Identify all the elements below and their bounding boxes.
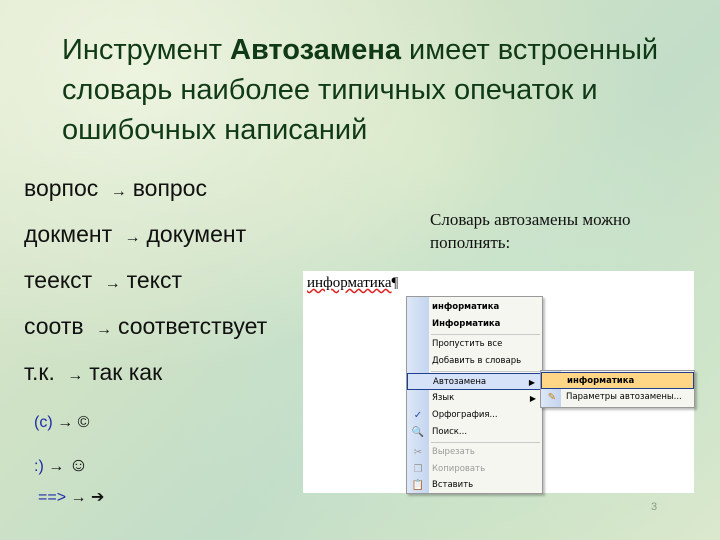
submenu-arrow-icon: ▶	[528, 378, 535, 387]
examples-list: ворпос → вопрос докмент → документ теекст …	[24, 170, 267, 400]
search-icon: 🔍	[411, 427, 425, 438]
page-number: 3	[651, 501, 658, 513]
arrow-icon: →	[110, 183, 127, 200]
smiley-icon: ☺	[68, 455, 89, 476]
example-to: текст	[126, 267, 183, 293]
menu-item-ignore-all[interactable]: Пропустить все	[407, 336, 542, 353]
submenu-arrow-icon: ▶	[529, 394, 536, 403]
symbol-from: ==>	[38, 489, 67, 506]
arrow-icon: →	[124, 229, 141, 246]
pilcrow: ¶	[391, 275, 399, 291]
spelling-icon: ✓	[413, 410, 423, 421]
document-text: информатика¶	[307, 275, 398, 292]
menu-item-spelling[interactable]: ✓ Орфография...	[407, 407, 542, 424]
menu-item-autocorrect[interactable]: Автозамена ▶	[407, 373, 542, 390]
autocorrect-submenu: информатика ✎ Параметры автозамены...	[540, 370, 695, 408]
menu-item-suggestion-2[interactable]: Информатика	[407, 316, 542, 333]
menu-item-cut[interactable]: ✂ Вырезать	[407, 444, 542, 461]
slide-title: Инструмент Автозамена имеет встроенный с…	[62, 30, 702, 150]
arrow-icon: →	[67, 367, 84, 384]
autocorrect-options-icon: ✎	[547, 392, 557, 403]
example-row: теекст → текст	[24, 262, 267, 308]
menu-separator	[431, 334, 540, 335]
misspelled-word[interactable]: информатика	[307, 275, 392, 291]
submenu-item-suggestion[interactable]: информатика	[541, 372, 694, 389]
context-menu: информатика Информатика Пропустить все Д…	[406, 296, 543, 494]
example-to: соответствует	[117, 313, 268, 339]
arrow-icon: →	[104, 275, 121, 292]
menu-item-add-to-dictionary[interactable]: Добавить в словарь	[407, 353, 542, 370]
example-to: документ	[146, 221, 247, 247]
menu-separator	[431, 442, 540, 443]
copy-icon: ❐	[413, 464, 423, 475]
symbol-row-smiley: :) → ☺	[34, 455, 88, 477]
symbol-from: (c)	[34, 414, 53, 431]
menu-item-suggestion-1[interactable]: информатика	[407, 299, 542, 316]
arrow-icon: →	[57, 414, 74, 431]
paste-icon: 📋	[411, 480, 425, 491]
right-arrow-icon: ➔	[90, 489, 105, 506]
submenu-item-autocorrect-options[interactable]: ✎ Параметры автозамены...	[541, 389, 694, 406]
example-row: докмент → документ	[24, 216, 267, 262]
copyright-icon: ©	[77, 414, 90, 431]
example-from: докмент	[24, 221, 113, 247]
symbol-from: :)	[34, 458, 44, 475]
example-from: теекст	[24, 267, 93, 293]
arrow-icon: →	[95, 321, 112, 338]
menu-item-copy[interactable]: ❐ Копировать	[407, 461, 542, 478]
title-bold: Автозамена	[230, 34, 401, 66]
example-to: вопрос	[132, 175, 207, 201]
title-part1: Инструмент	[62, 34, 231, 66]
menu-item-language[interactable]: Язык ▶	[407, 390, 542, 407]
example-row: соотв → соответствует	[24, 308, 267, 354]
example-from: т.к.	[24, 359, 55, 385]
word-screenshot: информатика¶ информатика Информатика Про…	[303, 271, 695, 494]
example-from: соотв	[24, 313, 84, 339]
example-row: ворпос → вопрос	[24, 170, 267, 216]
arrow-icon: →	[70, 489, 87, 506]
menu-separator	[431, 371, 540, 372]
example-from: ворпос	[24, 175, 99, 201]
example-to: так как	[89, 359, 163, 385]
menu-item-search[interactable]: 🔍 Поиск...	[407, 424, 542, 441]
example-row: т.к. → так как	[24, 354, 267, 400]
menu-item-paste[interactable]: 📋 Вставить	[407, 477, 542, 494]
symbol-row-copyright: (c) → ©	[34, 414, 89, 432]
note-text: Словарь автозамены можно пополнять:	[430, 210, 631, 252]
arrow-icon: →	[48, 458, 65, 475]
cut-icon: ✂	[413, 447, 423, 458]
symbol-row-arrow: ==> → ➔	[38, 487, 104, 507]
